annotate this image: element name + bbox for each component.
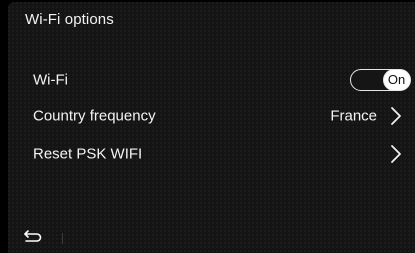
reset-psk-wifi-label: Reset PSK WIFI	[33, 145, 143, 163]
country-frequency-value: France	[330, 107, 377, 125]
wifi-row[interactable]: Wi-Fi On	[8, 60, 415, 100]
footer-divider	[62, 233, 63, 244]
wifi-toggle[interactable]: On	[350, 68, 411, 91]
page-title: Wi-Fi options	[25, 11, 114, 28]
back-arrow-icon[interactable]	[22, 229, 42, 245]
chevron-right-icon	[391, 145, 401, 163]
screen: Wi-Fi options Wi-Fi On Country frequency…	[0, 0, 415, 253]
country-frequency-row[interactable]: Country frequency France	[8, 96, 415, 136]
wifi-label: Wi-Fi	[33, 71, 68, 89]
reset-psk-wifi-row[interactable]: Reset PSK WIFI	[8, 134, 415, 174]
country-frequency-label: Country frequency	[33, 107, 156, 125]
wifi-toggle-knob: On	[382, 68, 411, 91]
chevron-right-icon	[391, 107, 401, 125]
